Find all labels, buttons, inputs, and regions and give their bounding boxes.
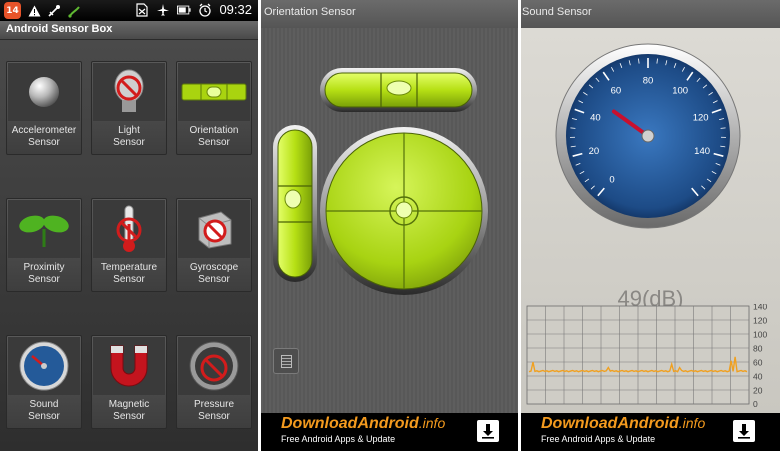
tile-label-line2: Sensor <box>113 274 145 285</box>
tile-label-line1: Light <box>118 125 140 136</box>
history-y-label: 120 <box>753 316 767 326</box>
menu-button[interactable] <box>273 348 299 374</box>
screen-title: Sound Sensor <box>522 6 592 18</box>
ad-banner[interactable]: DownloadAndroid.info Free Android Apps &… <box>261 413 518 451</box>
spirit-level-icon <box>178 63 250 121</box>
tile-label-line2: Sensor <box>198 137 230 148</box>
tile-label-line2: Sensor <box>28 137 60 148</box>
tile-orientation[interactable]: Orientation Sensor <box>176 61 252 155</box>
history-y-label: 40 <box>753 372 763 382</box>
notification-badge-icon: 14 <box>4 2 21 19</box>
gauge-hub <box>641 129 655 143</box>
no-sim-icon <box>135 2 149 17</box>
tile-sound[interactable]: Sound Sensor <box>6 335 82 429</box>
sound-view: 0 20 40 60 80 100 120 140 49(dB) 140 120 100 80 60 4… <box>521 28 780 413</box>
cube-disabled-icon <box>178 200 250 258</box>
tile-label-line2: Sensor <box>113 137 145 148</box>
status-bar: 14 09:32 <box>0 0 258 21</box>
speedometer-icon <box>8 337 80 395</box>
sensor-box-screen: 14 09:32 Android Sensor Box Acceleromete… <box>0 0 258 451</box>
gauge-tick-label: 140 <box>694 146 710 157</box>
level-view <box>261 28 518 413</box>
tile-pressure[interactable]: Pressure Sensor <box>176 335 252 429</box>
tile-label-line2: Sensor <box>198 274 230 285</box>
history-y-label: 100 <box>753 330 767 340</box>
ad-banner[interactable]: DownloadAndroid.info Free Android Apps &… <box>521 413 780 451</box>
history-y-label: 140 <box>753 304 767 312</box>
light-bulb-disabled-icon <box>93 63 165 121</box>
ad-tagline: Free Android Apps & Update <box>281 434 396 444</box>
gauge-tick-label: 40 <box>590 112 601 123</box>
db-history-chart: 140 120 100 80 60 40 20 0 <box>526 304 767 408</box>
gauge-minor-tick <box>720 127 726 129</box>
gauge-tick-label: 60 <box>611 86 622 97</box>
tile-label-line1: Gyroscope <box>189 262 239 273</box>
ad-tagline: Free Android Apps & Update <box>541 434 656 444</box>
vertical-level-tube <box>273 125 317 282</box>
gauge-minor-tick <box>570 127 576 129</box>
history-y-label: 20 <box>753 386 763 396</box>
accelerometer-ball-icon <box>8 63 80 121</box>
gauge-tick-label: 100 <box>672 86 688 97</box>
horizontal-level-tube <box>320 68 477 112</box>
tile-label-line1: Magnetic <box>108 399 150 410</box>
sprout-icon <box>8 200 80 258</box>
warning-icon <box>27 4 41 18</box>
thermometer-disabled-icon <box>93 200 165 258</box>
tile-label-line1: Accelerometer <box>11 125 77 136</box>
tile-proximity[interactable]: Proximity Sensor <box>6 198 82 292</box>
history-y-label: 60 <box>753 358 763 368</box>
orientation-screen: Orientation Sensor DownloadAndroid.info … <box>261 0 518 451</box>
tile-label-line2: Sensor <box>28 411 60 422</box>
status-clock: 09:32 <box>219 2 252 17</box>
history-y-label: 0 <box>753 399 758 408</box>
menu-list-icon <box>280 354 292 368</box>
tile-label-line2: Sensor <box>198 411 230 422</box>
tile-label-line1: Temperature <box>100 262 158 273</box>
tile-light[interactable]: Light Sensor <box>91 61 167 155</box>
db-gauge: 0 20 40 60 80 100 120 140 <box>555 43 741 229</box>
screen-title: Orientation Sensor <box>264 6 356 18</box>
airplane-icon <box>156 3 170 17</box>
tile-gyroscope[interactable]: Gyroscope Sensor <box>176 198 252 292</box>
bullseye-level <box>320 127 488 295</box>
tile-label-line2: Sensor <box>113 411 145 422</box>
gauge-tick-label: 20 <box>589 146 600 157</box>
ad-brand: DownloadAndroid.info <box>541 415 706 432</box>
tile-label-line1: Pressure <box>193 399 234 410</box>
app-title-bar: Android Sensor Box <box>0 21 258 40</box>
history-y-label: 80 <box>753 344 763 354</box>
magnet-icon <box>93 337 165 395</box>
gauge-tick-label: 120 <box>693 112 709 123</box>
tile-label-line1: Orientation <box>189 125 239 136</box>
gauge-tick-label: 80 <box>643 76 654 87</box>
alarm-icon <box>198 3 212 17</box>
tile-label-line1: Proximity <box>23 262 65 273</box>
tile-magnetic[interactable]: Magnetic Sensor <box>91 335 167 429</box>
gauge-tick-label: 0 <box>609 174 614 185</box>
screen-title-bar: Orientation Sensor <box>261 0 518 28</box>
download-arrow-icon[interactable] <box>733 420 755 442</box>
tile-label-line1: Sound <box>29 399 59 410</box>
usb-icon <box>67 4 81 18</box>
battery-icon <box>177 3 192 17</box>
sensor-grid: Accelerometer Sensor Light Sensor Orientat… <box>0 40 258 451</box>
tile-accelerometer[interactable]: Accelerometer Sensor <box>6 61 82 155</box>
gauge-disabled-icon <box>178 337 250 395</box>
tile-temperature[interactable]: Temperature Sensor <box>91 198 167 292</box>
download-arrow-icon[interactable] <box>477 420 499 442</box>
sound-screen: Sound Sensor 0 20 40 60 80 100 120 140 49(dB) 1… <box>521 0 780 451</box>
app-title: Android Sensor Box <box>6 23 113 35</box>
screen-title-bar: Sound Sensor <box>521 0 780 28</box>
tile-label-line2: Sensor <box>28 274 60 285</box>
ad-brand: DownloadAndroid.info <box>281 415 446 432</box>
usb-debug-icon <box>47 4 61 18</box>
